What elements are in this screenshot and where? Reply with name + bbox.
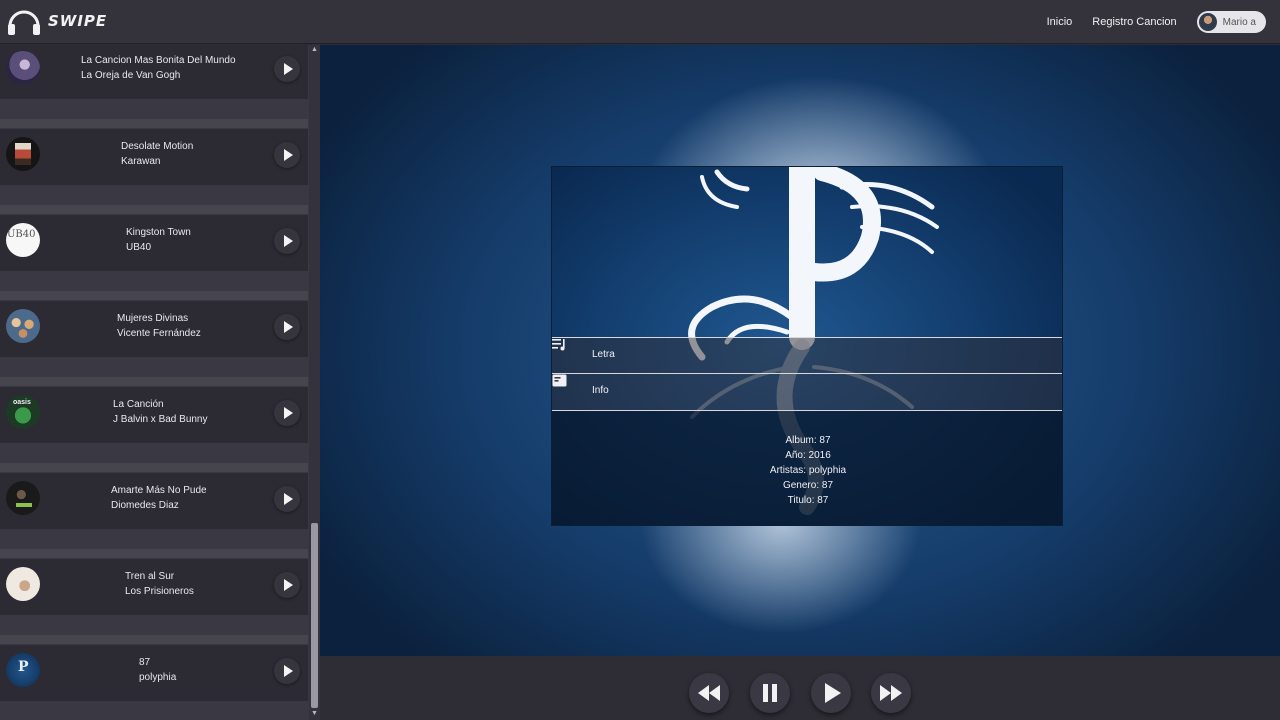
song-title: Amarte Más No Pude xyxy=(111,485,207,496)
divider xyxy=(0,377,308,386)
song-title: 87 xyxy=(139,657,151,668)
nav-home-link[interactable]: Inicio xyxy=(1047,16,1073,28)
divider xyxy=(0,291,308,300)
info-artists: Artistas: polyphia xyxy=(769,465,847,476)
album-cover: Letra Info Album: 87 Año: 2016 Artistas:… xyxy=(551,166,1063,526)
song-title: Mujeres Divinas xyxy=(117,313,189,324)
song-title: La Cancion Mas Bonita Del Mundo xyxy=(81,55,236,66)
song-item[interactable]: Mujeres Divinas Vicente Fernández xyxy=(0,301,308,357)
info-title: Titulo: 87 xyxy=(787,495,829,506)
play-song-button[interactable] xyxy=(274,314,300,340)
pause-button[interactable] xyxy=(750,673,790,713)
song-artist: Vicente Fernández xyxy=(117,328,201,339)
play-song-button[interactable] xyxy=(274,142,300,168)
top-bar: SWIPE Inicio Registro Cancion Mario a xyxy=(0,0,1280,44)
info-genre: Genero: 87 xyxy=(782,480,834,491)
play-button[interactable] xyxy=(811,673,851,713)
song-item[interactable]: Tren al Sur Los Prisioneros xyxy=(0,559,308,615)
song-artist: J Balvin x Bad Bunny xyxy=(113,414,208,425)
song-title: La Canción xyxy=(113,399,164,410)
cover-ub40-white-icon: UB40 xyxy=(6,223,40,257)
rewind-icon xyxy=(698,685,720,701)
play-song-button[interactable] xyxy=(274,486,300,512)
tab-info-label: Info xyxy=(592,385,609,396)
play-song-button[interactable] xyxy=(274,658,300,684)
cover-oasis-green-icon: oasis xyxy=(6,395,40,429)
song-artist: Karawan xyxy=(121,156,161,167)
song-item[interactable]: La Cancion Mas Bonita Del Mundo La Oreja… xyxy=(0,45,308,99)
cover-dark-portrait-icon xyxy=(6,481,40,515)
song-info-panel: Album: 87 Año: 2016 Artistas: polyphia G… xyxy=(552,410,1062,525)
logo-text: SWIPE xyxy=(48,12,108,30)
divider xyxy=(0,205,308,214)
song-title: Kingston Town xyxy=(126,227,191,238)
play-song-button[interactable] xyxy=(274,400,300,426)
tab-lyrics-label: Letra xyxy=(592,349,615,360)
song-artist: Los Prisioneros xyxy=(125,586,194,597)
song-item[interactable]: Amarte Más No Pude Diomedes Diaz xyxy=(0,473,308,529)
song-artist: UB40 xyxy=(126,242,152,253)
divider xyxy=(0,463,308,472)
pause-icon xyxy=(763,684,777,702)
play-icon xyxy=(825,683,841,703)
song-artist: La Oreja de Van Gogh xyxy=(81,70,181,81)
song-item[interactable]: Desolate Motion Karawan xyxy=(0,129,308,185)
cover-purple-figure-icon xyxy=(6,51,40,85)
cover-cartoon-faces-icon xyxy=(6,309,40,343)
cover-red-poster-icon xyxy=(6,137,40,171)
divider xyxy=(0,549,308,558)
cover-polyphia-blue-icon: P xyxy=(6,653,40,687)
song-artist: Diomedes Diaz xyxy=(111,500,179,511)
scroll-up-arrow-icon[interactable]: ▲ xyxy=(310,45,319,54)
play-song-button[interactable] xyxy=(274,228,300,254)
user-menu[interactable]: Mario a xyxy=(1196,11,1266,33)
user-name: Mario a xyxy=(1222,16,1256,28)
song-title: Tren al Sur xyxy=(125,571,175,582)
play-song-button[interactable] xyxy=(274,56,300,82)
tab-info[interactable]: Info xyxy=(552,373,1062,410)
headphones-icon xyxy=(8,10,40,35)
divider xyxy=(0,119,308,128)
song-artist: polyphia xyxy=(139,672,177,683)
fast-forward-button[interactable] xyxy=(871,673,911,713)
nav-register-song-link[interactable]: Registro Cancion xyxy=(1092,16,1176,28)
info-album: Album: 87 xyxy=(785,435,831,446)
song-item[interactable]: oasis La Canción J Balvin x Bad Bunny xyxy=(0,387,308,443)
scroll-down-arrow-icon[interactable]: ▼ xyxy=(310,709,319,718)
sidebar-scrollbar-thumb[interactable] xyxy=(311,523,318,708)
song-list-sidebar: La Cancion Mas Bonita Del Mundo La Oreja… xyxy=(0,45,320,720)
tab-lyrics[interactable]: Letra xyxy=(552,337,1062,374)
top-nav: Inicio Registro Cancion Mario a xyxy=(1047,11,1266,33)
player-controls-bar xyxy=(320,656,1280,720)
play-song-button[interactable] xyxy=(274,572,300,598)
cover-white-sketch-icon xyxy=(6,567,40,601)
song-item[interactable]: UB40 Kingston Town UB40 xyxy=(0,215,308,271)
info-year: Año: 2016 xyxy=(785,450,831,461)
avatar xyxy=(1198,13,1217,31)
rewind-button[interactable] xyxy=(689,673,729,713)
app-logo[interactable]: SWIPE xyxy=(6,6,107,36)
song-title: Desolate Motion xyxy=(121,141,194,152)
playlist-icon xyxy=(552,339,565,351)
info-card-icon xyxy=(552,374,567,387)
divider xyxy=(0,635,308,644)
fast-forward-icon xyxy=(880,685,902,701)
song-item[interactable]: P 87 polyphia xyxy=(0,645,308,701)
